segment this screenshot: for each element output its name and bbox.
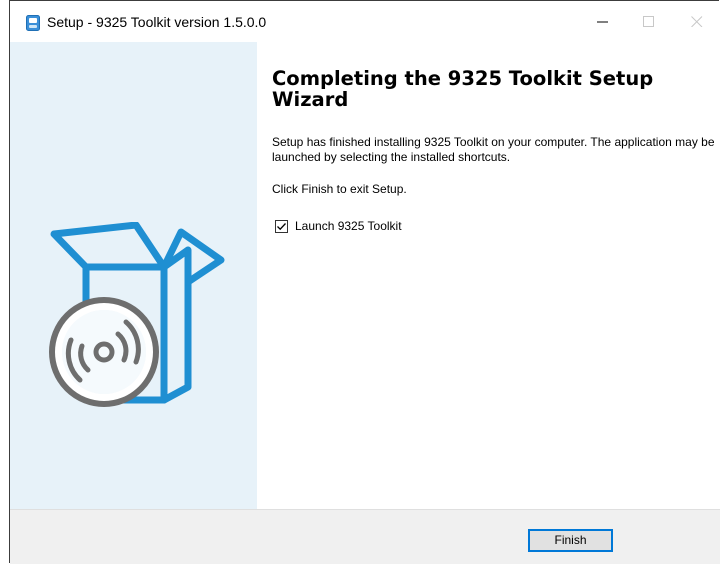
- launch-app-option[interactable]: Launch 9325 Toolkit: [275, 218, 402, 234]
- checkmark-icon: [277, 222, 286, 230]
- title-bar[interactable]: Setup - 9325 Toolkit version 1.5.0.0: [10, 1, 719, 42]
- wizard-content: Completing the 9325 Toolkit Setup Wizard…: [257, 42, 720, 509]
- maximize-button: [626, 1, 672, 42]
- software-box-disc-icon: [46, 221, 226, 417]
- maximize-icon: [643, 16, 654, 27]
- finish-instruction: Click Finish to exit Setup.: [272, 182, 407, 196]
- page-title: Completing the 9325 Toolkit Setup Wizard: [272, 67, 654, 111]
- setup-window: Setup - 9325 Toolkit version 1.5.0.0 Com…: [9, 0, 720, 564]
- minimize-button[interactable]: [580, 1, 626, 42]
- launch-app-checkbox[interactable]: [275, 219, 288, 233]
- close-icon: [691, 16, 703, 27]
- launch-app-label[interactable]: Launch 9325 Toolkit: [295, 219, 402, 233]
- installer-icon: [26, 15, 40, 31]
- wizard-sidebar: [10, 42, 257, 509]
- minimize-icon: [597, 21, 608, 23]
- finish-button[interactable]: Finish: [528, 529, 613, 552]
- close-button: [674, 1, 720, 42]
- completion-message: Setup has finished installing 9325 Toolk…: [272, 135, 715, 164]
- window-title: Setup - 9325 Toolkit version 1.5.0.0: [47, 14, 267, 30]
- button-bar: Finish: [10, 509, 720, 564]
